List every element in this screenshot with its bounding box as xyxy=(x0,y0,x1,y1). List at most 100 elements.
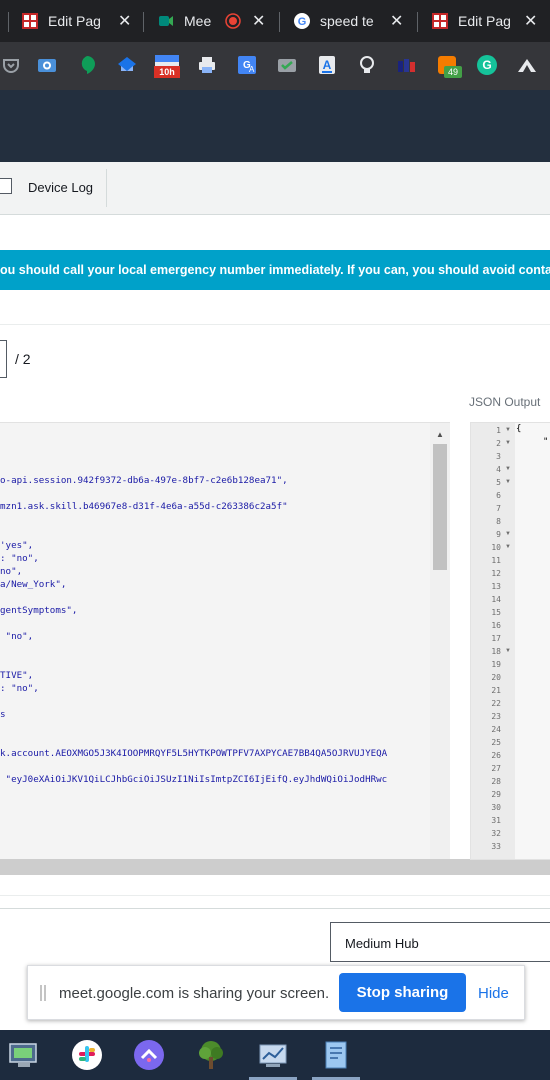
meet-favicon-icon xyxy=(159,16,173,26)
json-quote: " xyxy=(543,437,549,447)
grid-favicon-icon xyxy=(432,13,448,29)
tab-edit-page-2[interactable]: Edit Pag ✕ xyxy=(432,6,544,36)
line-number: 6 xyxy=(496,491,501,500)
line-number: 27 xyxy=(491,764,501,773)
network-app-icon[interactable] xyxy=(257,1039,289,1071)
tab-separator xyxy=(417,12,418,32)
fold-arrow-icon[interactable]: ▼ xyxy=(505,531,511,537)
device-log-label: Device Log xyxy=(28,180,94,195)
fold-arrow-icon[interactable]: ▼ xyxy=(505,479,511,485)
page-number-select[interactable] xyxy=(0,340,7,378)
line-number: 10 xyxy=(491,543,501,552)
calendar-badge: 10h xyxy=(154,66,180,78)
hangouts-icon[interactable] xyxy=(76,54,98,76)
pocket-icon[interactable] xyxy=(0,54,22,76)
font-icon[interactable]: A xyxy=(316,54,338,76)
line-number: 33 xyxy=(491,842,501,851)
notepad-app-icon[interactable] xyxy=(320,1039,352,1071)
grid-favicon-icon xyxy=(22,13,38,29)
code-line: : "no", xyxy=(0,553,39,564)
code-line: no", xyxy=(0,566,23,577)
code-line: TIVE", xyxy=(0,670,34,681)
line-number: 17 xyxy=(491,634,501,643)
fold-arrow-icon[interactable]: ▼ xyxy=(505,427,511,433)
editor-horizontal-scrollbar[interactable] xyxy=(0,859,550,875)
line-number: 22 xyxy=(491,699,501,708)
device-select[interactable]: Medium Hub xyxy=(330,922,550,962)
line-number: 20 xyxy=(491,673,501,682)
fold-arrow-icon[interactable]: ▼ xyxy=(505,648,511,654)
monitor-app-icon[interactable] xyxy=(8,1039,40,1071)
line-number: 28 xyxy=(491,777,501,786)
svg-text:A: A xyxy=(323,58,332,72)
line-number: 30 xyxy=(491,803,501,812)
line-number: 11 xyxy=(491,556,501,565)
device-log-checkbox[interactable] xyxy=(0,178,12,194)
line-number: 32 xyxy=(491,829,501,838)
tab-close-icon[interactable]: ✕ xyxy=(524,11,537,31)
tab-edit-page-1[interactable]: Edit Pag ✕ xyxy=(22,6,134,36)
tab-title: Mee xyxy=(184,13,212,29)
slack-icon[interactable] xyxy=(71,1039,103,1071)
fold-arrow-icon[interactable]: ▼ xyxy=(505,466,511,472)
tree-app-icon[interactable] xyxy=(195,1039,227,1071)
code-line: gentSymptoms", xyxy=(0,605,78,616)
grammarly-icon[interactable]: G xyxy=(476,54,498,76)
line-number: 21 xyxy=(491,686,501,695)
line-number: 19 xyxy=(491,660,501,669)
stop-sharing-button[interactable]: Stop sharing xyxy=(339,973,466,1012)
line-number: 9 xyxy=(496,530,501,539)
tab-separator xyxy=(143,12,144,32)
extensions-bar: 10h GA A 49 G xyxy=(0,42,550,90)
tab-speed-test[interactable]: G speed te ✕ xyxy=(294,6,406,36)
code-line: a/New_York", xyxy=(0,579,67,590)
mountain-icon[interactable] xyxy=(516,54,538,76)
line-number: 14 xyxy=(491,595,501,604)
calendar-icon[interactable]: 10h xyxy=(154,54,180,78)
json-input-editor[interactable]: o-api.session.942f9372-db6a-497e-8bf7-c2… xyxy=(0,422,450,859)
bulb-icon[interactable] xyxy=(356,54,378,76)
code-line: : "no", xyxy=(0,683,39,694)
clickup-icon[interactable] xyxy=(133,1039,165,1071)
line-number: 3 xyxy=(496,452,501,461)
camera-icon[interactable] xyxy=(36,54,58,76)
line-number: 18 xyxy=(491,647,501,656)
svg-text:A: A xyxy=(249,65,255,74)
tab-close-icon[interactable]: ✕ xyxy=(390,11,403,31)
line-number: 12 xyxy=(491,569,501,578)
json-output-label: JSON Output xyxy=(469,395,541,409)
line-number: 31 xyxy=(491,816,501,825)
scroll-up-arrow-icon[interactable]: ▲ xyxy=(436,430,444,439)
tab-meet[interactable]: Mee ✕ xyxy=(158,6,270,36)
printer-icon[interactable] xyxy=(196,54,218,76)
tab-title: Edit Pag xyxy=(48,13,101,29)
tab-title: Edit Pag xyxy=(458,13,511,29)
json-output-editor[interactable]: 1 ▼ 2 ▼ 3 4 ▼ 5 ▼ 6 7 8 9 ▼ 10 ▼ 11 12 13 14 15 16 17 18 ▼ 19 20 21… xyxy=(470,422,550,860)
tab-title: speed te xyxy=(320,13,374,29)
tab-close-icon[interactable]: ✕ xyxy=(118,11,131,31)
tab-separator xyxy=(279,12,280,32)
code-line: s xyxy=(0,709,6,720)
fold-arrow-icon[interactable]: ▼ xyxy=(505,440,511,446)
line-number: 4 xyxy=(496,465,501,474)
emergency-banner: ou should call your local emergency numb… xyxy=(0,250,550,290)
translate-icon[interactable]: GA xyxy=(236,54,258,76)
code-line: k.account.AEOXMGO5J3K4IOOPMRQYF5L5HYTKPO… xyxy=(0,748,388,759)
bookmark-icon[interactable] xyxy=(116,54,138,76)
fold-arrow-icon[interactable]: ▼ xyxy=(505,544,511,550)
code-line: "eyJ0eXAiOiJKV1QiLCJhbGciOiJSUzI1NiIsImt… xyxy=(0,774,388,785)
puzzle-icon[interactable]: 49 xyxy=(436,54,462,78)
google-favicon-icon: G xyxy=(294,13,310,29)
mail-check-icon[interactable] xyxy=(276,54,298,76)
line-number: 29 xyxy=(491,790,501,799)
extension-badge: 49 xyxy=(444,66,462,78)
line-number: 16 xyxy=(491,621,501,630)
tab-close-icon[interactable]: ✕ xyxy=(252,11,265,31)
screen-share-message: meet.google.com is sharing your screen. xyxy=(59,985,330,1002)
hide-button[interactable]: Hide xyxy=(478,985,509,1002)
drag-handle-icon[interactable] xyxy=(40,985,46,1001)
books-icon[interactable] xyxy=(396,54,418,76)
editor-scroll-thumb[interactable] xyxy=(433,444,447,570)
code-line: "no", xyxy=(0,631,34,642)
banner-text: ou should call your local emergency numb… xyxy=(0,263,550,277)
